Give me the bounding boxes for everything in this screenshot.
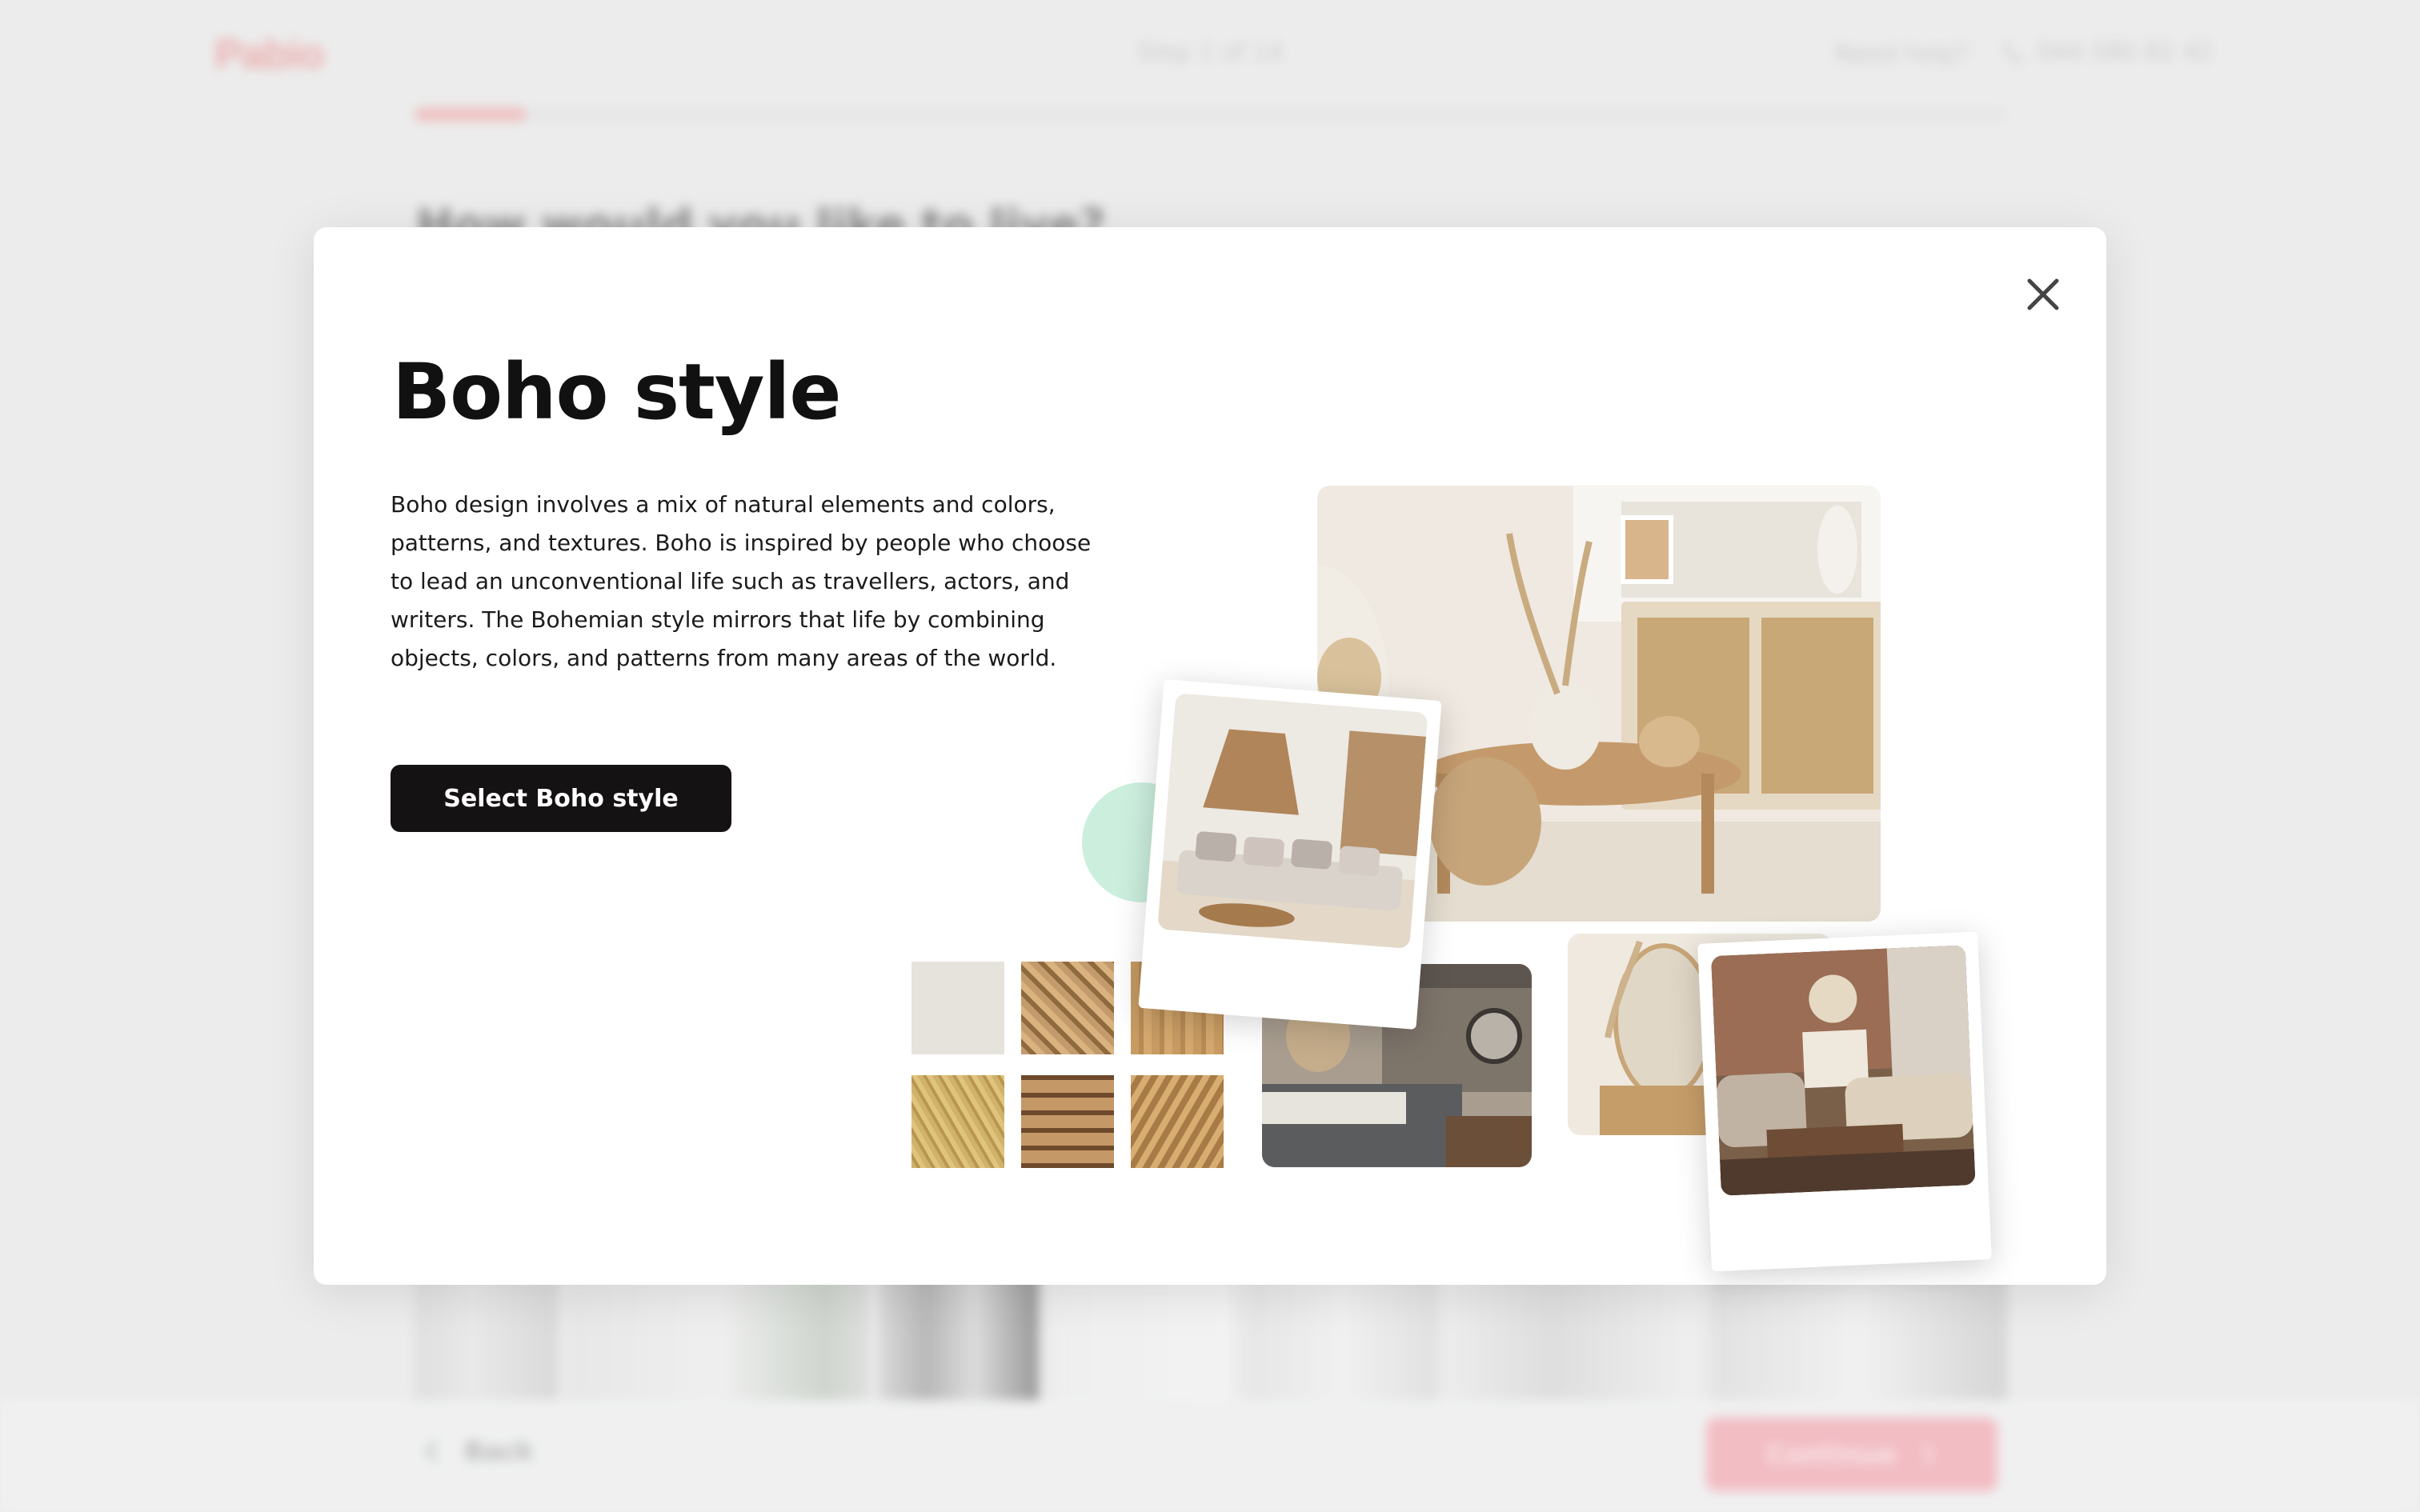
close-icon[interactable] <box>2018 270 2068 319</box>
select-style-button[interactable]: Select Boho style <box>391 765 731 832</box>
modal-title: Boho style <box>392 347 841 437</box>
material-swatch-linen <box>912 962 1004 1054</box>
material-swatch-seagrass <box>912 1075 1004 1168</box>
modal-description: Boho design involves a mix of natural el… <box>391 491 1092 671</box>
polaroid-photo-card <box>1697 931 1992 1272</box>
polaroid-photo-card <box>1138 678 1442 1030</box>
material-swatch-weave <box>1131 1075 1224 1168</box>
material-swatch-rattan <box>1021 962 1114 1054</box>
material-swatch-wicker <box>1021 1075 1114 1168</box>
